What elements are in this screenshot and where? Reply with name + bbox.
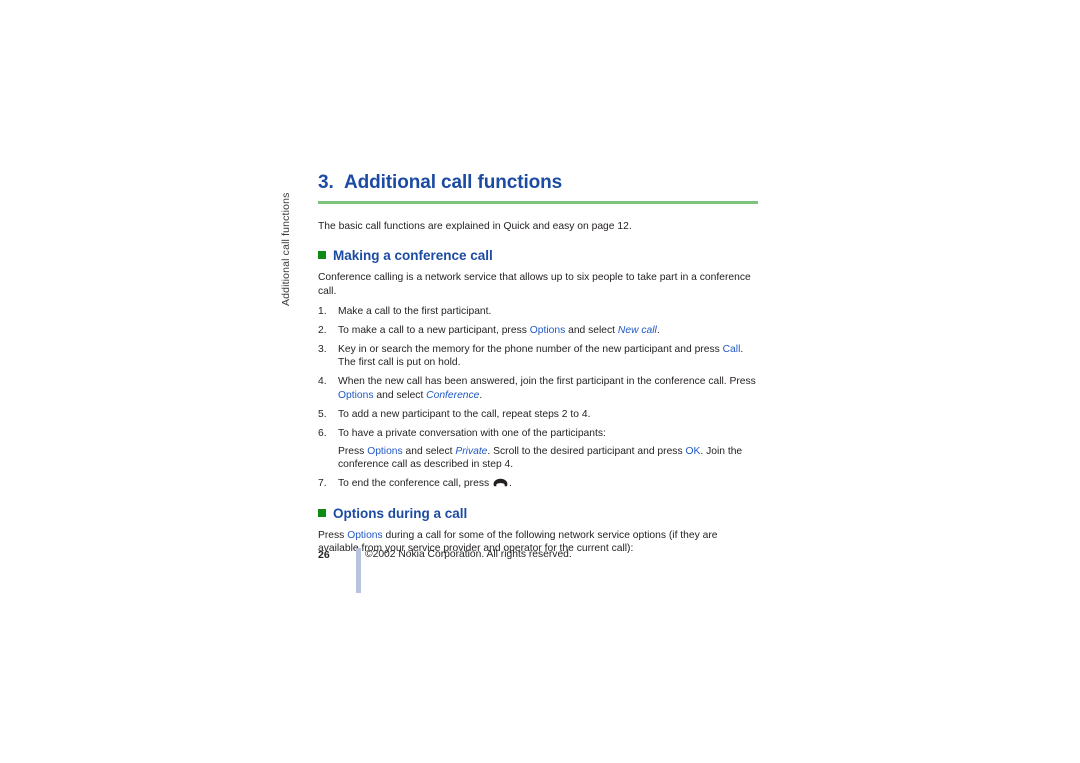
- menu-item-term: New call: [617, 325, 657, 337]
- text-run: . Scroll to the desired participant and …: [487, 445, 686, 457]
- green-square-bullet-icon: [318, 508, 326, 517]
- step-text: To make a call to a new participant, pre…: [338, 325, 660, 336]
- text-run: .: [656, 325, 660, 337]
- step-marker: 6.: [318, 427, 327, 439]
- step-marker: 3.: [318, 344, 327, 356]
- ui-term: Options: [338, 389, 374, 401]
- step-marker: 5.: [318, 408, 327, 420]
- step-item: 2. To make a call to a new participant, p…: [318, 324, 758, 337]
- section-heading-options-during-a-call: Options during a call: [318, 506, 758, 522]
- page-content: 3. Additional call functions The basic ca…: [318, 172, 758, 563]
- step-item: 1. Make a call to the first participant.: [318, 305, 758, 318]
- step-item: 3. Key in or search the memory for the ph…: [318, 343, 758, 370]
- step-text: To add a new participant to the call, re…: [338, 409, 590, 420]
- step-text: To end the conference call, press .: [338, 478, 512, 489]
- step-marker: 1.: [318, 306, 327, 318]
- text-run: and select: [565, 325, 618, 337]
- text-run: Make a call to the first participant.: [338, 306, 492, 318]
- text-run: To make a call to a new participant, pre…: [338, 325, 530, 337]
- text-run: Key in or search the memory for the phon…: [338, 344, 723, 356]
- text-run: Press: [318, 529, 348, 541]
- text-run: and select: [402, 445, 456, 457]
- text-run: Press: [338, 445, 368, 457]
- title-rule: [318, 201, 758, 204]
- chapter-title: 3. Additional call functions: [318, 172, 758, 201]
- step-text: When the new call has been answered, joi…: [338, 376, 756, 400]
- chapter-number: 3.: [318, 172, 334, 193]
- section-heading-label: Options during a call: [333, 505, 468, 521]
- chapter-intro: The basic call functions are explained i…: [318, 221, 632, 232]
- page-footer: 26 ©2002 Nokia Corporation. All rights r…: [318, 549, 778, 565]
- step-text: Key in or search the memory for the phon…: [338, 344, 743, 368]
- chapter-title-text: Additional call functions: [344, 172, 563, 193]
- step-substep-text: Press Options and select Private. Scroll…: [338, 445, 758, 472]
- copyright-notice: ©2002 Nokia Corporation. All rights rese…: [365, 549, 572, 560]
- text-run: .: [479, 389, 483, 401]
- step-marker: 2.: [318, 325, 327, 337]
- ui-term: Options: [529, 325, 566, 337]
- ui-term: Options: [367, 445, 403, 457]
- step-marker: 7.: [318, 478, 327, 490]
- step-item: 6. To have a private conversation with on…: [318, 427, 758, 472]
- end-call-handset-icon: [493, 478, 508, 487]
- text-run: To add a new participant to the call, re…: [338, 408, 591, 420]
- step-text: Make a call to the first participant.: [338, 306, 491, 317]
- page-number: 26: [318, 549, 330, 561]
- section-heading-label: Making a conference call: [333, 248, 493, 264]
- text-run: To have a private conversation with one …: [338, 427, 606, 439]
- section-intro: Conference calling is a network service …: [318, 272, 751, 297]
- step-text: To have a private conversation with one …: [338, 428, 606, 439]
- menu-item-term: Private: [455, 445, 488, 457]
- step-item: 7. To end the conference call, press .: [318, 477, 758, 490]
- document-page: Additional call functions 3. Additional c…: [0, 0, 1080, 763]
- step-item: 4. When the new call has been answered, j…: [318, 375, 758, 402]
- text-run: To end the conference call, press: [338, 478, 492, 490]
- section-heading-making-a-conference-call: Making a conference call: [318, 248, 758, 264]
- green-square-bullet-icon: [318, 251, 326, 260]
- menu-item-term: Conference: [426, 389, 480, 401]
- text-run: .: [508, 478, 512, 490]
- text-run: and select: [373, 389, 427, 401]
- ui-term: OK: [685, 445, 701, 457]
- step-marker: 4.: [318, 376, 327, 388]
- ui-term: Options: [347, 529, 383, 541]
- running-head-label: Additional call functions: [280, 192, 292, 306]
- running-head: Additional call functions: [274, 176, 298, 306]
- step-item: 5. To add a new participant to the call, …: [318, 408, 758, 421]
- conference-call-steps: 1. Make a call to the first participant. 2…: [318, 305, 758, 490]
- ui-term: Call: [722, 344, 741, 356]
- text-run: When the new call has been answered, joi…: [338, 376, 756, 388]
